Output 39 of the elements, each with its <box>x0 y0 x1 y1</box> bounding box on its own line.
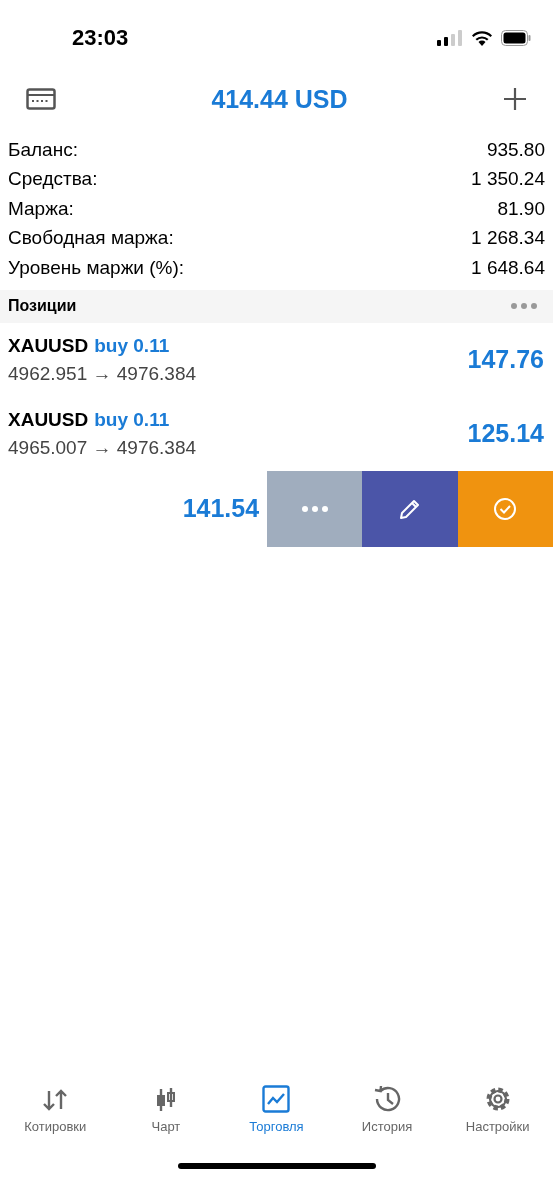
edit-action-button[interactable] <box>362 470 458 547</box>
more-icon[interactable] <box>511 303 537 309</box>
tab[interactable]: Торговля <box>221 1072 332 1134</box>
dots-icon <box>301 505 328 512</box>
position-prices: 4962.951 → 4976.384 <box>8 362 197 385</box>
tab[interactable]: Чарт <box>110 1072 222 1134</box>
battery-icon <box>501 29 531 46</box>
summary-label: Уровень маржи (%): <box>8 256 185 279</box>
check-circle-icon <box>493 496 518 521</box>
position-profit: 147.76 <box>467 345 544 374</box>
summary-label: Маржа: <box>8 197 74 220</box>
balance-title: 414.44 USD <box>211 84 348 114</box>
plus-icon[interactable] <box>503 87 527 111</box>
status-time: 23:03 <box>72 24 129 51</box>
position-profit: 125.14 <box>467 419 544 448</box>
signal-icon <box>437 29 463 46</box>
summary-value: 1 648.64 <box>471 256 545 279</box>
history-icon <box>372 1085 403 1113</box>
position-side: buy 0.11 <box>94 408 170 431</box>
position-prices: 4965.007 → 4976.384 <box>8 436 197 459</box>
wifi-icon <box>471 29 493 46</box>
summary-value: 1 268.34 <box>471 227 545 250</box>
summary-label: Свободная маржа: <box>8 227 174 250</box>
summary-value: 81.90 <box>497 197 545 220</box>
trend-chart-icon <box>262 1085 291 1113</box>
summary-label: Средства: <box>8 168 98 191</box>
summary-label: Баланс: <box>8 138 78 161</box>
positions-title: Позиции <box>8 297 77 315</box>
summary-value: 1 350.24 <box>471 168 545 191</box>
position-symbol: XAUUSD <box>8 408 89 431</box>
home-indicator[interactable] <box>177 1162 376 1169</box>
tab[interactable]: Настройки <box>442 1072 553 1134</box>
position-profit: 141.54 <box>182 494 260 523</box>
tab[interactable]: История <box>331 1072 443 1134</box>
position-symbol: XAUUSD <box>8 334 89 357</box>
card-icon[interactable] <box>26 88 56 110</box>
summary-value: 935.80 <box>486 138 545 161</box>
position-side: buy 0.11 <box>94 334 170 357</box>
tab[interactable]: Котировки <box>0 1072 111 1134</box>
